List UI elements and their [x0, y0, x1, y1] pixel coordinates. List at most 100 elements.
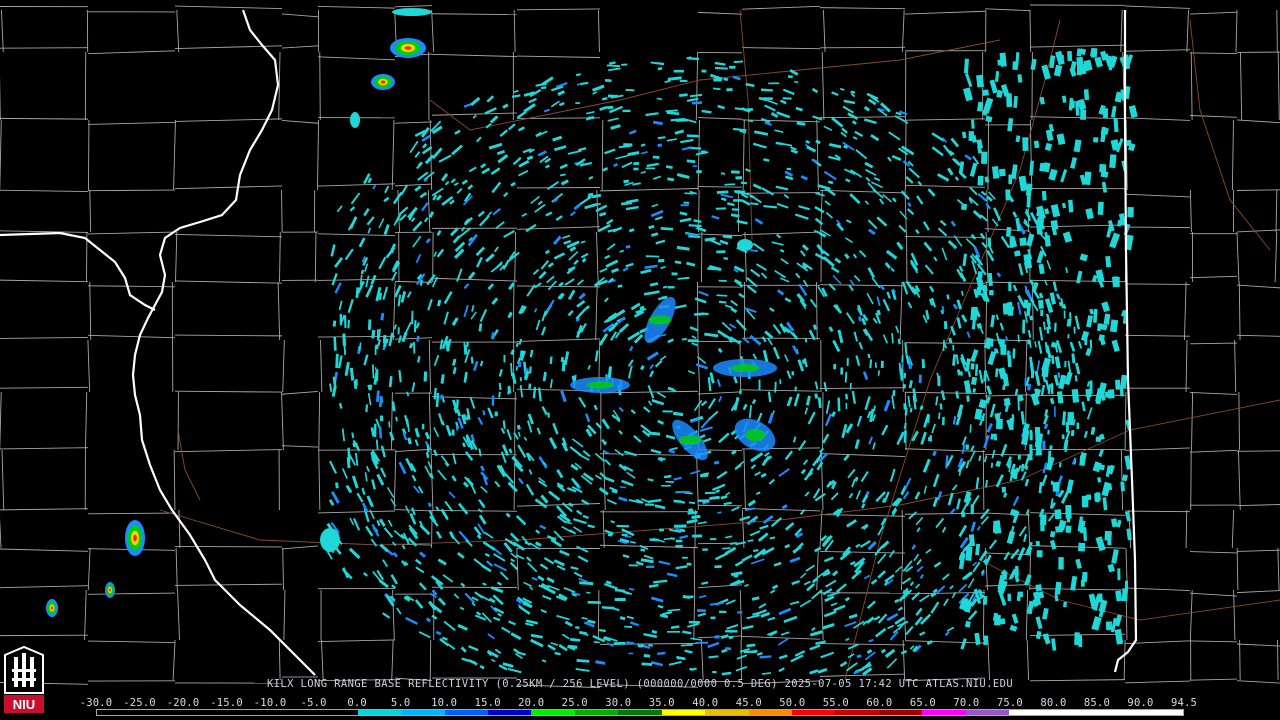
echo-streak — [999, 339, 1005, 347]
echo-streak — [1040, 309, 1044, 317]
echo-streak — [996, 418, 1003, 430]
echo-streak — [1078, 634, 1083, 648]
echo-streak — [645, 167, 655, 170]
map-background — [0, 0, 1280, 720]
product-caption: KILX LONG RANGE BASE REFLECTIVITY (0.25K… — [266, 678, 1014, 690]
echo-streak — [909, 407, 913, 413]
storm-cell-max — [133, 534, 137, 542]
echo-streak — [379, 415, 384, 422]
echo-streak — [966, 395, 970, 402]
echo-streak — [1127, 207, 1134, 218]
echo-streak — [704, 491, 716, 495]
echo-streak — [622, 109, 631, 113]
echo-streak — [976, 286, 982, 296]
scale-tick-label: 35.0 — [648, 697, 675, 709]
county-line — [1238, 391, 1240, 451]
echo-streak — [845, 402, 848, 410]
county-line — [1236, 450, 1280, 452]
echo-streak — [726, 88, 733, 92]
echo-streak — [840, 367, 844, 375]
echo-streak — [1006, 93, 1013, 108]
logo-text: NIU — [13, 697, 35, 712]
echo-streak — [607, 106, 614, 109]
echo-streak — [1097, 323, 1102, 332]
echo-streak — [677, 491, 690, 493]
color-bar-segment — [97, 710, 141, 715]
county-line — [512, 281, 515, 341]
echo-streak — [661, 485, 671, 487]
echo-streak — [918, 374, 922, 384]
echo-streak — [1030, 369, 1035, 379]
echo-streak — [547, 412, 550, 418]
scale-tick-label: 45.0 — [735, 697, 762, 709]
echo-streak — [1120, 481, 1126, 492]
scale-tick-label: 10.0 — [431, 697, 458, 709]
color-bar-segment — [183, 710, 228, 715]
echo-streak — [1054, 406, 1056, 417]
echo-streak — [952, 344, 955, 351]
scale-tick-label: 90.0 — [1127, 697, 1154, 709]
echo-streak — [1052, 481, 1060, 492]
scale-tick-label: 25.0 — [561, 697, 588, 709]
echo-streak — [1038, 299, 1044, 309]
echo-streak — [658, 259, 665, 263]
echo-streak — [451, 429, 455, 436]
echo-streak — [1054, 509, 1062, 520]
echo-streak — [1013, 250, 1021, 257]
echo-streak — [687, 339, 699, 343]
county-line — [174, 545, 283, 548]
color-bar-segment — [618, 710, 662, 715]
echo-streak — [659, 528, 664, 532]
echo-streak — [846, 358, 849, 366]
echo-streak — [849, 383, 852, 390]
echo-streak — [1022, 319, 1026, 334]
color-bar-segment — [922, 710, 966, 715]
echo-streak — [712, 670, 717, 674]
echo-streak — [339, 313, 343, 326]
scale-tick-label: 40.0 — [692, 697, 719, 709]
echo-streak — [1036, 219, 1042, 235]
echo-streak — [837, 397, 841, 412]
echo-streak — [637, 644, 644, 648]
county-line — [693, 547, 696, 591]
niu-logo[interactable]: NIU — [2, 645, 46, 715]
echo-streak — [1029, 432, 1033, 441]
echo-streak — [1060, 54, 1064, 64]
echo-streak — [1085, 494, 1092, 501]
echo-streak — [1041, 190, 1047, 201]
echo-streak — [791, 371, 795, 376]
color-bar-segment — [1096, 710, 1140, 715]
scale-tick-label: 65.0 — [909, 697, 936, 709]
color-bar-segment — [227, 710, 271, 715]
echo-streak — [575, 102, 580, 104]
color-bar-segment — [748, 710, 792, 715]
echo-streak — [701, 69, 707, 73]
echo-streak — [1022, 137, 1029, 151]
echo-streak — [970, 363, 975, 370]
county-line — [982, 449, 985, 511]
echo-streak — [1063, 601, 1067, 608]
echo-streak — [740, 181, 747, 185]
color-bar-segment — [140, 710, 184, 715]
echo-streak — [735, 176, 742, 180]
echo-streak — [1012, 348, 1016, 359]
storm-cell-max — [109, 588, 111, 592]
color-bar-segment — [1009, 710, 1053, 715]
county-line — [741, 192, 821, 194]
county-line — [697, 504, 743, 507]
radar-map — [0, 0, 1280, 720]
scale-tick-label: -10.0 — [253, 697, 287, 709]
county-line — [0, 47, 89, 49]
county-line — [87, 189, 176, 192]
echo-streak — [1035, 584, 1043, 592]
echo-streak — [575, 626, 580, 629]
color-bar-segment — [792, 710, 836, 715]
echo-streak — [880, 360, 884, 368]
echo-streak — [779, 379, 782, 385]
echo-streak — [1001, 486, 1006, 493]
storm-cell-max — [404, 46, 412, 50]
echo-streak — [1036, 550, 1043, 558]
color-bar-segment — [357, 710, 402, 715]
scale-tick-label: 15.0 — [474, 697, 501, 709]
color-bar-segment — [705, 710, 749, 715]
